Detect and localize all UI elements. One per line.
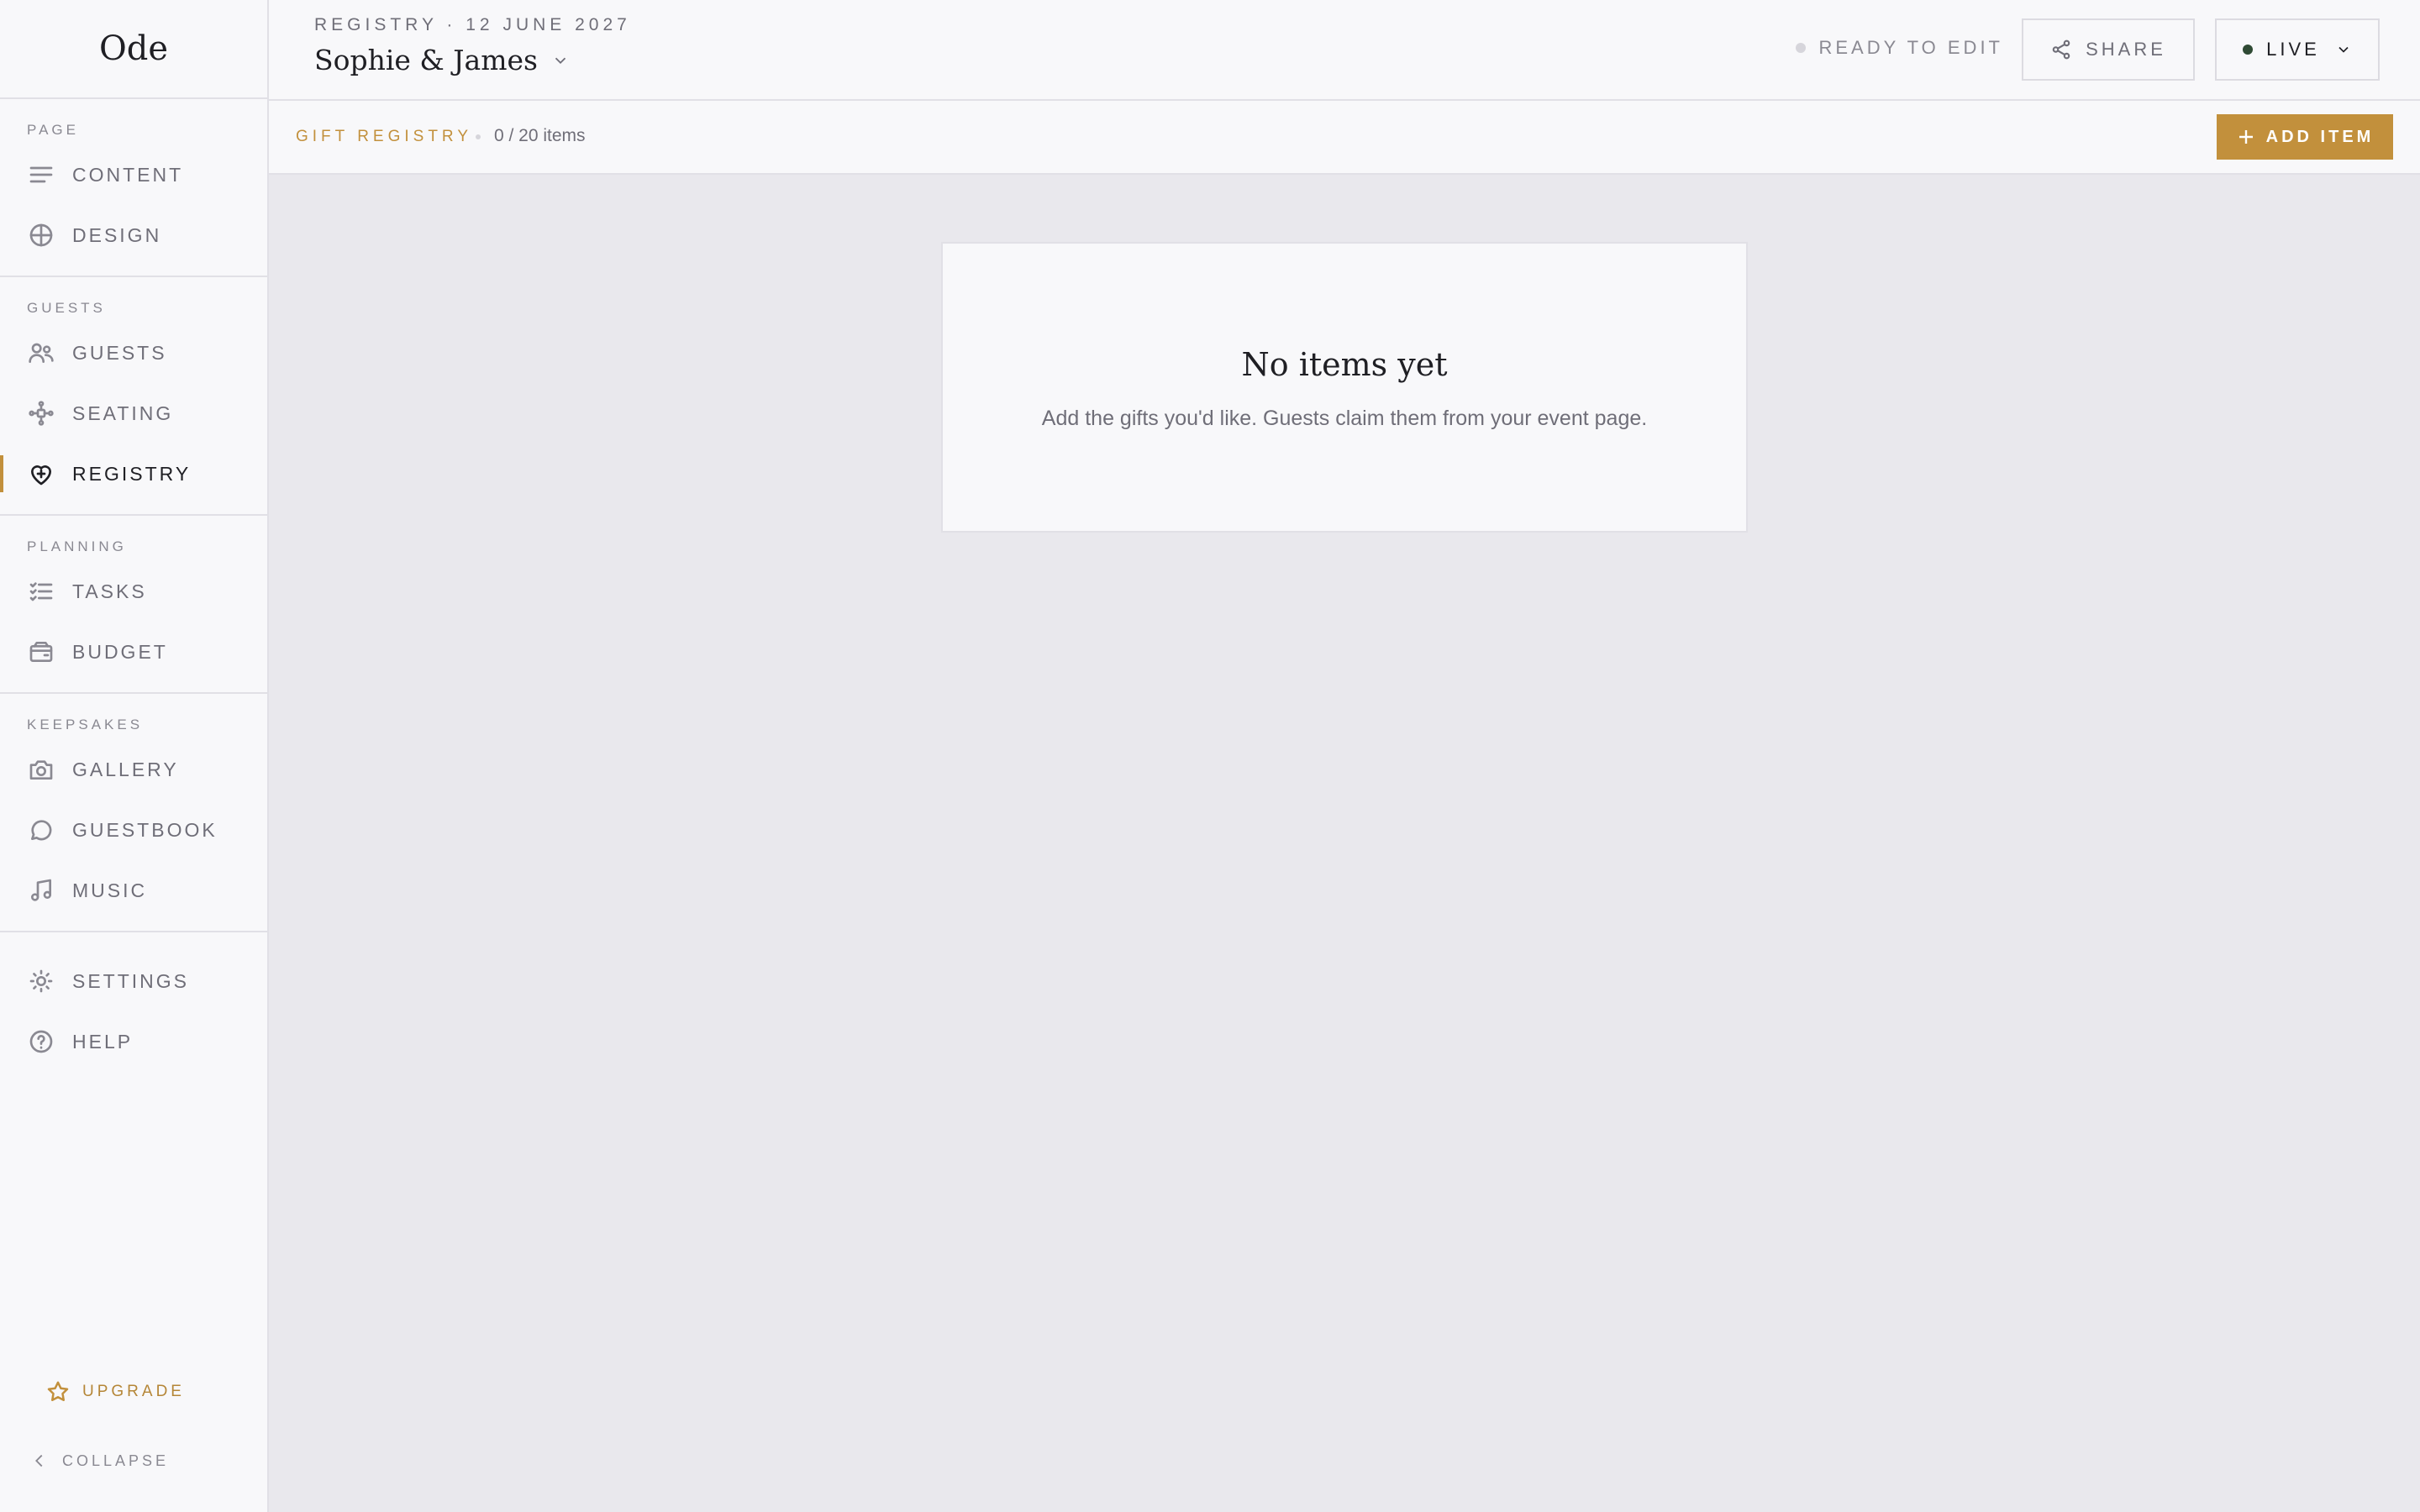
collapse-label: COLLAPSE	[62, 1452, 170, 1469]
section-heading: PAGE	[27, 122, 79, 138]
sidebar-item-label: HELP	[72, 1030, 134, 1053]
sidebar-item-label: GUESTBOOK	[72, 818, 218, 841]
sidebar-item-label: GALLERY	[72, 758, 179, 780]
breadcrumb: REGISTRY · 12 JUNE 2027	[314, 15, 631, 34]
empty-state-card: No items yet Add the gifts you'd like. G…	[941, 242, 1748, 533]
plus-icon	[2238, 130, 2253, 144]
sidebar-item-label: GUESTS	[72, 341, 167, 364]
nav-section-planning: PLANNING TASKS BUDGET	[0, 516, 267, 694]
empty-state-message: Add the gifts you'd like. Guests claim t…	[1041, 407, 1648, 430]
app-logo[interactable]: Ode	[0, 0, 267, 99]
registry-toolbar: GIFT REGISTRY 0 / 20 items ADD ITEM	[269, 101, 2420, 175]
empty-state-title: No items yet	[1241, 346, 1448, 383]
share-icon	[2052, 39, 2070, 60]
sidebar-item-content[interactable]: CONTENT	[0, 144, 267, 205]
separator-dot	[476, 134, 481, 139]
star-icon	[47, 1381, 69, 1401]
sidebar-item-label: CONTENT	[72, 163, 184, 186]
sidebar-item-music[interactable]: MUSIC	[0, 860, 267, 921]
event-switcher[interactable]: Sophie & James	[314, 44, 570, 76]
edit-status: READY TO EDIT	[1795, 37, 2004, 59]
heart-gift-icon	[27, 459, 55, 488]
collapse-button[interactable]: COLLAPSE	[30, 1452, 169, 1470]
live-status-dropdown[interactable]: LIVE	[2215, 18, 2380, 81]
share-label: SHARE	[2086, 39, 2166, 60]
top-bar: REGISTRY · 12 JUNE 2027 Sophie & James R…	[269, 0, 2420, 101]
chat-bubble-icon	[27, 816, 55, 844]
sidebar-item-seating[interactable]: SEATING	[0, 383, 267, 444]
live-label: LIVE	[2266, 39, 2320, 60]
add-item-button[interactable]: ADD ITEM	[2217, 114, 2393, 160]
nav-section-guests: GUESTS GUESTS SEATING REGISTRY	[0, 277, 267, 516]
globe-icon	[27, 221, 55, 249]
sidebar-item-design[interactable]: DESIGN	[0, 205, 267, 265]
sidebar: Ode PAGE CONTENT DESIGN GUESTS GUESTS SE…	[0, 0, 269, 1512]
sidebar-item-guestbook[interactable]: GUESTBOOK	[0, 800, 267, 860]
sidebar-item-label: BUDGET	[72, 640, 168, 663]
sidebar-item-label: SEATING	[72, 402, 174, 424]
sidebar-item-label: REGISTRY	[72, 462, 192, 485]
item-count: 0 / 20 items	[494, 126, 586, 145]
section-heading: GUESTS	[27, 300, 106, 316]
sidebar-item-registry[interactable]: REGISTRY	[0, 444, 267, 504]
music-note-icon	[27, 876, 55, 905]
nav-section-system: SETTINGS HELP	[0, 932, 267, 1082]
add-item-label: ADD ITEM	[2265, 127, 2375, 146]
sidebar-item-tasks[interactable]: TASKS	[0, 561, 267, 622]
wallet-icon	[27, 638, 55, 666]
people-icon	[27, 339, 55, 367]
camera-icon	[27, 755, 55, 784]
help-circle-icon	[27, 1027, 55, 1056]
sidebar-item-label: TASKS	[72, 580, 147, 602]
lines-icon	[27, 160, 55, 189]
sidebar-item-label: DESIGN	[72, 223, 162, 246]
section-title: GIFT REGISTRY	[296, 128, 472, 145]
chevron-down-icon	[2338, 46, 2349, 53]
nav-section-keepsakes: KEEPSAKES GALLERY GUESTBOOK MUSIC	[0, 694, 267, 932]
sidebar-item-guests[interactable]: GUESTS	[0, 323, 267, 383]
section-heading: KEEPSAKES	[27, 717, 144, 732]
nav-section-page: PAGE CONTENT DESIGN	[0, 99, 267, 277]
sidebar-item-label: SETTINGS	[72, 969, 190, 992]
share-button[interactable]: SHARE	[2022, 18, 2195, 81]
chevron-left-icon	[35, 1454, 43, 1467]
checklist-icon	[27, 577, 55, 606]
upgrade-label: UPGRADE	[82, 1383, 185, 1400]
sun-gear-icon	[27, 967, 55, 995]
live-dot	[2243, 45, 2254, 55]
chevron-down-icon	[555, 57, 566, 64]
section-heading: PLANNING	[27, 538, 127, 554]
sidebar-item-settings[interactable]: SETTINGS	[0, 951, 267, 1011]
seating-icon	[27, 399, 55, 428]
sidebar-item-help[interactable]: HELP	[0, 1011, 267, 1072]
upgrade-button[interactable]: UPGRADE	[45, 1379, 185, 1404]
status-label: READY TO EDIT	[1818, 37, 2003, 58]
event-name: Sophie & James	[314, 44, 538, 76]
sidebar-item-budget[interactable]: BUDGET	[0, 622, 267, 682]
status-dot	[1795, 43, 1806, 53]
sidebar-item-gallery[interactable]: GALLERY	[0, 739, 267, 800]
sidebar-item-label: MUSIC	[72, 879, 148, 901]
